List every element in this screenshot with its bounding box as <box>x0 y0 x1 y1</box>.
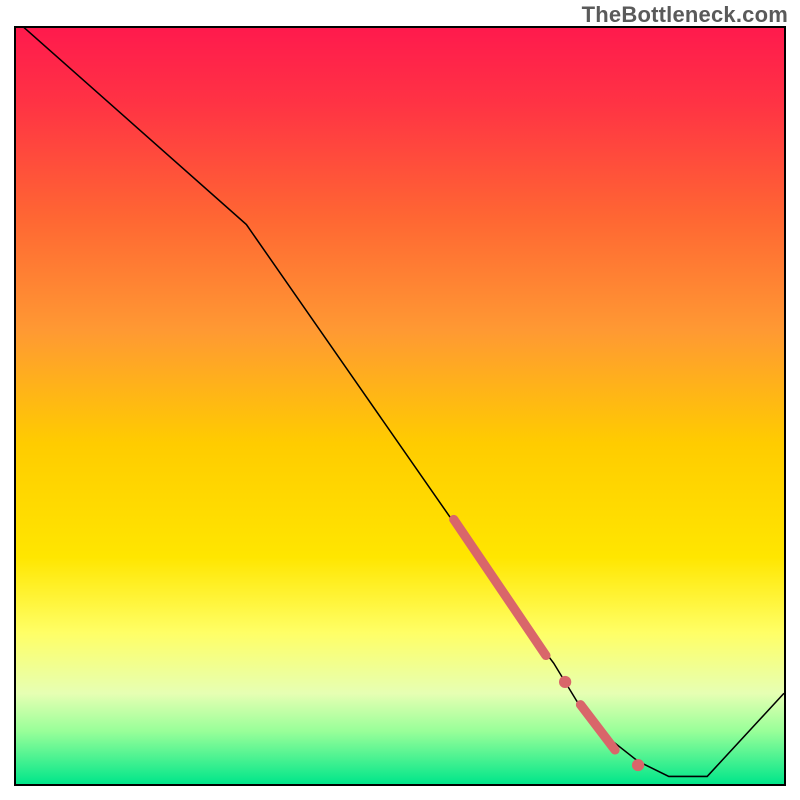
plot-area <box>14 26 786 786</box>
marker-dot-1 <box>559 676 571 688</box>
marker-segment-short <box>580 705 615 750</box>
chart-svg <box>16 28 784 784</box>
bottleneck-curve-line <box>16 28 784 776</box>
chart-container: TheBottleneck.com <box>0 0 800 800</box>
marker-dot-2 <box>632 759 644 771</box>
watermark-text: TheBottleneck.com <box>582 2 788 28</box>
marker-segment-long <box>454 519 546 655</box>
